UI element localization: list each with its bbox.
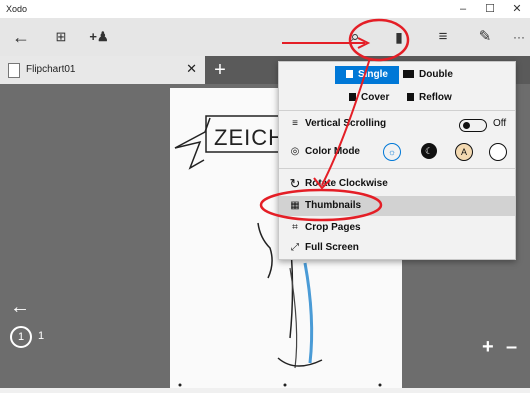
annotation-arrow-menu xyxy=(321,57,371,186)
annotation-circle-view-mode xyxy=(348,18,410,62)
red-annotation-overlay xyxy=(259,18,410,222)
annotation-circle-thumbnails xyxy=(259,188,383,222)
